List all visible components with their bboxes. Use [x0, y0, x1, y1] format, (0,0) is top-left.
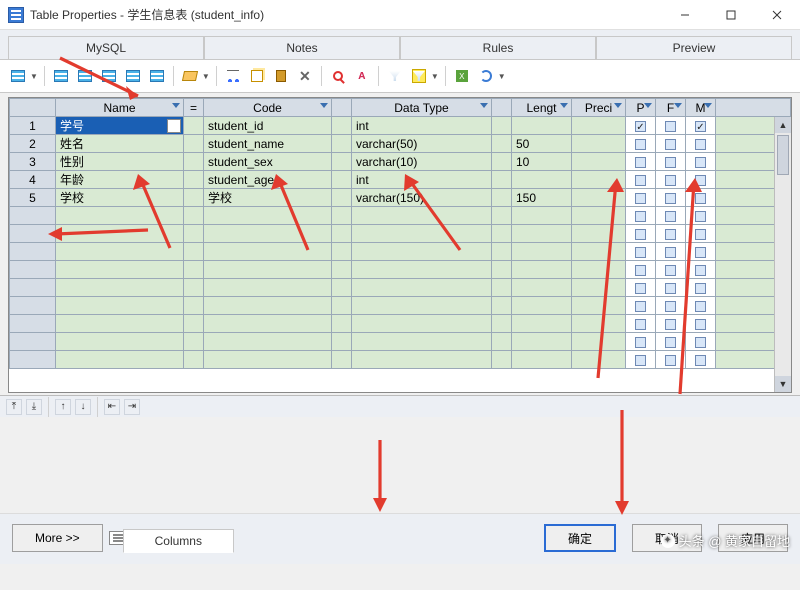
column-header[interactable]: Data Type: [352, 99, 492, 117]
tab-preview[interactable]: Preview: [596, 36, 792, 59]
row-number[interactable]: 4: [10, 171, 56, 189]
window-title: Table Properties - 学生信息表 (student_info): [30, 6, 662, 23]
refresh-icon[interactable]: [476, 66, 496, 86]
new-col-tool-icon[interactable]: [8, 66, 28, 86]
column-header[interactable]: [492, 99, 512, 117]
cell-precision[interactable]: [572, 135, 626, 153]
excel-icon[interactable]: X: [452, 66, 472, 86]
checkbox-cell[interactable]: [656, 135, 686, 153]
column-header[interactable]: [716, 99, 791, 117]
outdent-icon[interactable]: ⇤: [104, 399, 120, 415]
checkbox-cell[interactable]: [626, 153, 656, 171]
sort-arrow-icon: [560, 103, 568, 108]
checkbox-cell[interactable]: [656, 153, 686, 171]
tabs-row-top: MySQLNotesRulesPreview: [8, 36, 792, 59]
checkbox-cell[interactable]: [656, 333, 686, 351]
checkbox-cell[interactable]: [686, 153, 716, 171]
checkbox-cell[interactable]: [626, 135, 656, 153]
dropdown-icon[interactable]: ▼: [30, 72, 38, 81]
column-header[interactable]: [10, 99, 56, 117]
checkbox-cell[interactable]: [686, 135, 716, 153]
cell-datatype[interactable]: int: [352, 117, 492, 135]
indent-icon[interactable]: ⇥: [124, 399, 140, 415]
table-row[interactable]: [10, 351, 791, 369]
tab-columns[interactable]: Columns: [123, 529, 234, 553]
first-row-icon[interactable]: ⤒: [6, 399, 22, 415]
cell-precision[interactable]: [572, 153, 626, 171]
dropdown-icon[interactable]: ▼: [498, 72, 506, 81]
column-header[interactable]: F: [656, 99, 686, 117]
cell-datatype[interactable]: varchar(50): [352, 135, 492, 153]
cell-datatype[interactable]: varchar(10): [352, 153, 492, 171]
sort-arrow-icon: [644, 103, 652, 108]
column-header[interactable]: Lengt: [512, 99, 572, 117]
tabs-area: MySQLNotesRulesPreview GeneralColumnsInd…: [0, 30, 800, 60]
titlebar: Table Properties - 学生信息表 (student_info): [0, 0, 800, 30]
checkbox-cell[interactable]: [686, 351, 716, 369]
tab-rules[interactable]: Rules: [400, 36, 596, 59]
last-row-icon[interactable]: ⤓: [26, 399, 42, 415]
cell-length[interactable]: 50: [512, 135, 572, 153]
row-number[interactable]: 3: [10, 153, 56, 171]
move-down-icon[interactable]: ↓: [75, 399, 91, 415]
scroll-thumb[interactable]: [777, 135, 789, 175]
tab-notes[interactable]: Notes: [204, 36, 400, 59]
more-button[interactable]: More >>: [12, 524, 103, 552]
filter-icon[interactable]: [385, 66, 405, 86]
filter-hl-icon[interactable]: [409, 66, 429, 86]
row-number[interactable]: 1: [10, 117, 56, 135]
sort-arrow-icon: [674, 103, 682, 108]
sort-arrow-icon: [614, 103, 622, 108]
cell-length[interactable]: 10: [512, 153, 572, 171]
sort-arrow-icon: [480, 103, 488, 108]
watermark: ✦头条 @ 黄家自留地: [661, 531, 790, 550]
row-number[interactable]: 2: [10, 135, 56, 153]
scroll-down-icon[interactable]: ▼: [775, 376, 791, 392]
sort-arrow-icon: [704, 103, 712, 108]
tab-mysql[interactable]: MySQL: [8, 36, 204, 59]
close-button[interactable]: [754, 0, 800, 29]
checkbox-cell[interactable]: [686, 117, 716, 135]
column-header[interactable]: Preci: [572, 99, 626, 117]
column-header[interactable]: P: [626, 99, 656, 117]
checkbox-cell[interactable]: [656, 117, 686, 135]
app-icon: [8, 7, 24, 23]
minimize-button[interactable]: [662, 0, 708, 29]
checkbox-cell[interactable]: [626, 333, 656, 351]
cell-precision[interactable]: [572, 117, 626, 135]
maximize-button[interactable]: [708, 0, 754, 29]
move-up-icon[interactable]: ↑: [55, 399, 71, 415]
column-header[interactable]: M: [686, 99, 716, 117]
checkbox-cell[interactable]: [626, 117, 656, 135]
cell-length[interactable]: [512, 117, 572, 135]
dropdown-icon[interactable]: ▼: [431, 72, 439, 81]
scroll-up-icon[interactable]: ▲: [775, 117, 791, 133]
checkbox-cell[interactable]: [626, 351, 656, 369]
checkbox-cell[interactable]: [686, 333, 716, 351]
window-buttons: [662, 0, 800, 29]
